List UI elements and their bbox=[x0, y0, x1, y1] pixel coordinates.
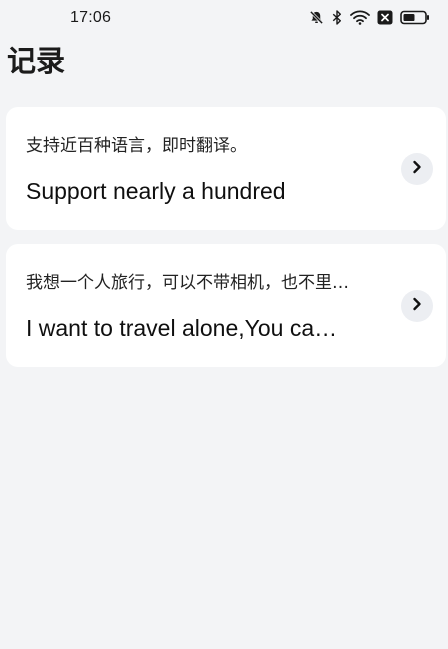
close-box-icon bbox=[377, 10, 393, 25]
page-title: 记录 bbox=[7, 44, 66, 78]
record-card[interactable]: 支持近百种语言，即时翻译。 Support nearly a hundred bbox=[6, 107, 446, 230]
record-source-text: 支持近百种语言，即时翻译。 bbox=[26, 136, 247, 156]
open-record-button[interactable] bbox=[401, 290, 433, 322]
status-bar: 17:06 bbox=[0, 0, 448, 36]
status-icons bbox=[309, 10, 430, 25]
bluetooth-icon bbox=[331, 10, 343, 25]
bell-off-icon bbox=[309, 10, 324, 25]
chevron-right-icon bbox=[411, 160, 423, 179]
battery-icon bbox=[400, 10, 430, 25]
wifi-icon bbox=[350, 10, 370, 25]
record-card[interactable]: 我想一个人旅行，可以不带相机，也不里… I want to travel alo… bbox=[6, 244, 446, 367]
record-translation-text: Support nearly a hundred bbox=[26, 178, 286, 204]
record-translation-text: I want to travel alone,You ca… bbox=[26, 315, 338, 341]
record-source-text: 我想一个人旅行，可以不带相机，也不里… bbox=[26, 273, 349, 293]
open-record-button[interactable] bbox=[401, 153, 433, 185]
chevron-right-icon bbox=[411, 297, 423, 316]
status-time: 17:06 bbox=[70, 9, 112, 26]
